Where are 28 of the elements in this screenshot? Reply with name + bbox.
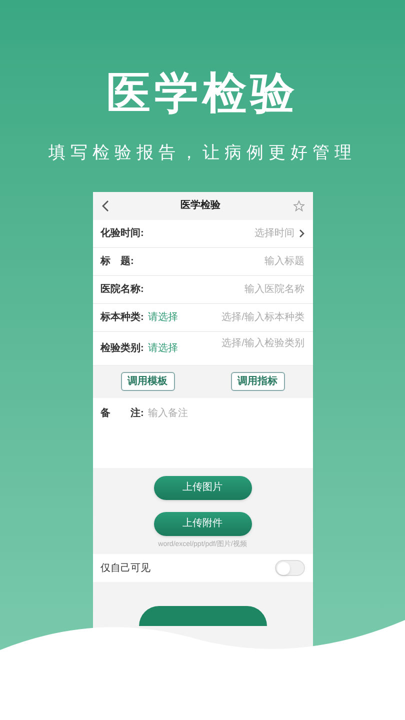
remark-placeholder: 输入备注	[148, 406, 188, 420]
visibility-toggle[interactable]	[274, 560, 304, 576]
select-link[interactable]: 请选择	[148, 310, 178, 324]
field-input[interactable]: 选择时间	[254, 226, 294, 240]
tagline: 填写检验报告，让病例更好管理	[48, 142, 356, 164]
private-label: 仅自己可见	[100, 562, 150, 576]
field-label: 标 题:	[100, 254, 134, 268]
field-input[interactable]: 选择/输入标本种类	[222, 310, 304, 324]
template-button[interactable]: 调用模板	[120, 372, 174, 391]
field-input[interactable]: 选择/输入检验类别	[222, 336, 304, 350]
field-label: 检验类别:	[100, 342, 144, 356]
remark-label: 备 注:	[100, 406, 144, 420]
screen-title: 医学检验	[180, 198, 220, 213]
headline: 医学检验	[106, 72, 298, 116]
field-input[interactable]: 输入标题	[264, 254, 304, 268]
chevron-icon	[298, 228, 304, 238]
upload-button[interactable]: 上传图片	[154, 476, 252, 500]
template-button[interactable]: 调用指标	[230, 372, 284, 391]
select-link[interactable]: 请选择	[148, 340, 178, 356]
field-label: 标本种类:	[100, 310, 144, 324]
star-icon[interactable]	[292, 200, 304, 212]
remark-field[interactable]: 备 注: 输入备注	[92, 398, 312, 468]
upload-button[interactable]: 上传附件	[154, 512, 252, 536]
submit-button[interactable]	[138, 606, 266, 626]
field-input[interactable]: 输入医院名称	[244, 282, 304, 296]
field-label: 化验时间:	[100, 226, 144, 240]
back-icon[interactable]	[100, 200, 108, 212]
field-label: 医院名称:	[100, 282, 144, 296]
